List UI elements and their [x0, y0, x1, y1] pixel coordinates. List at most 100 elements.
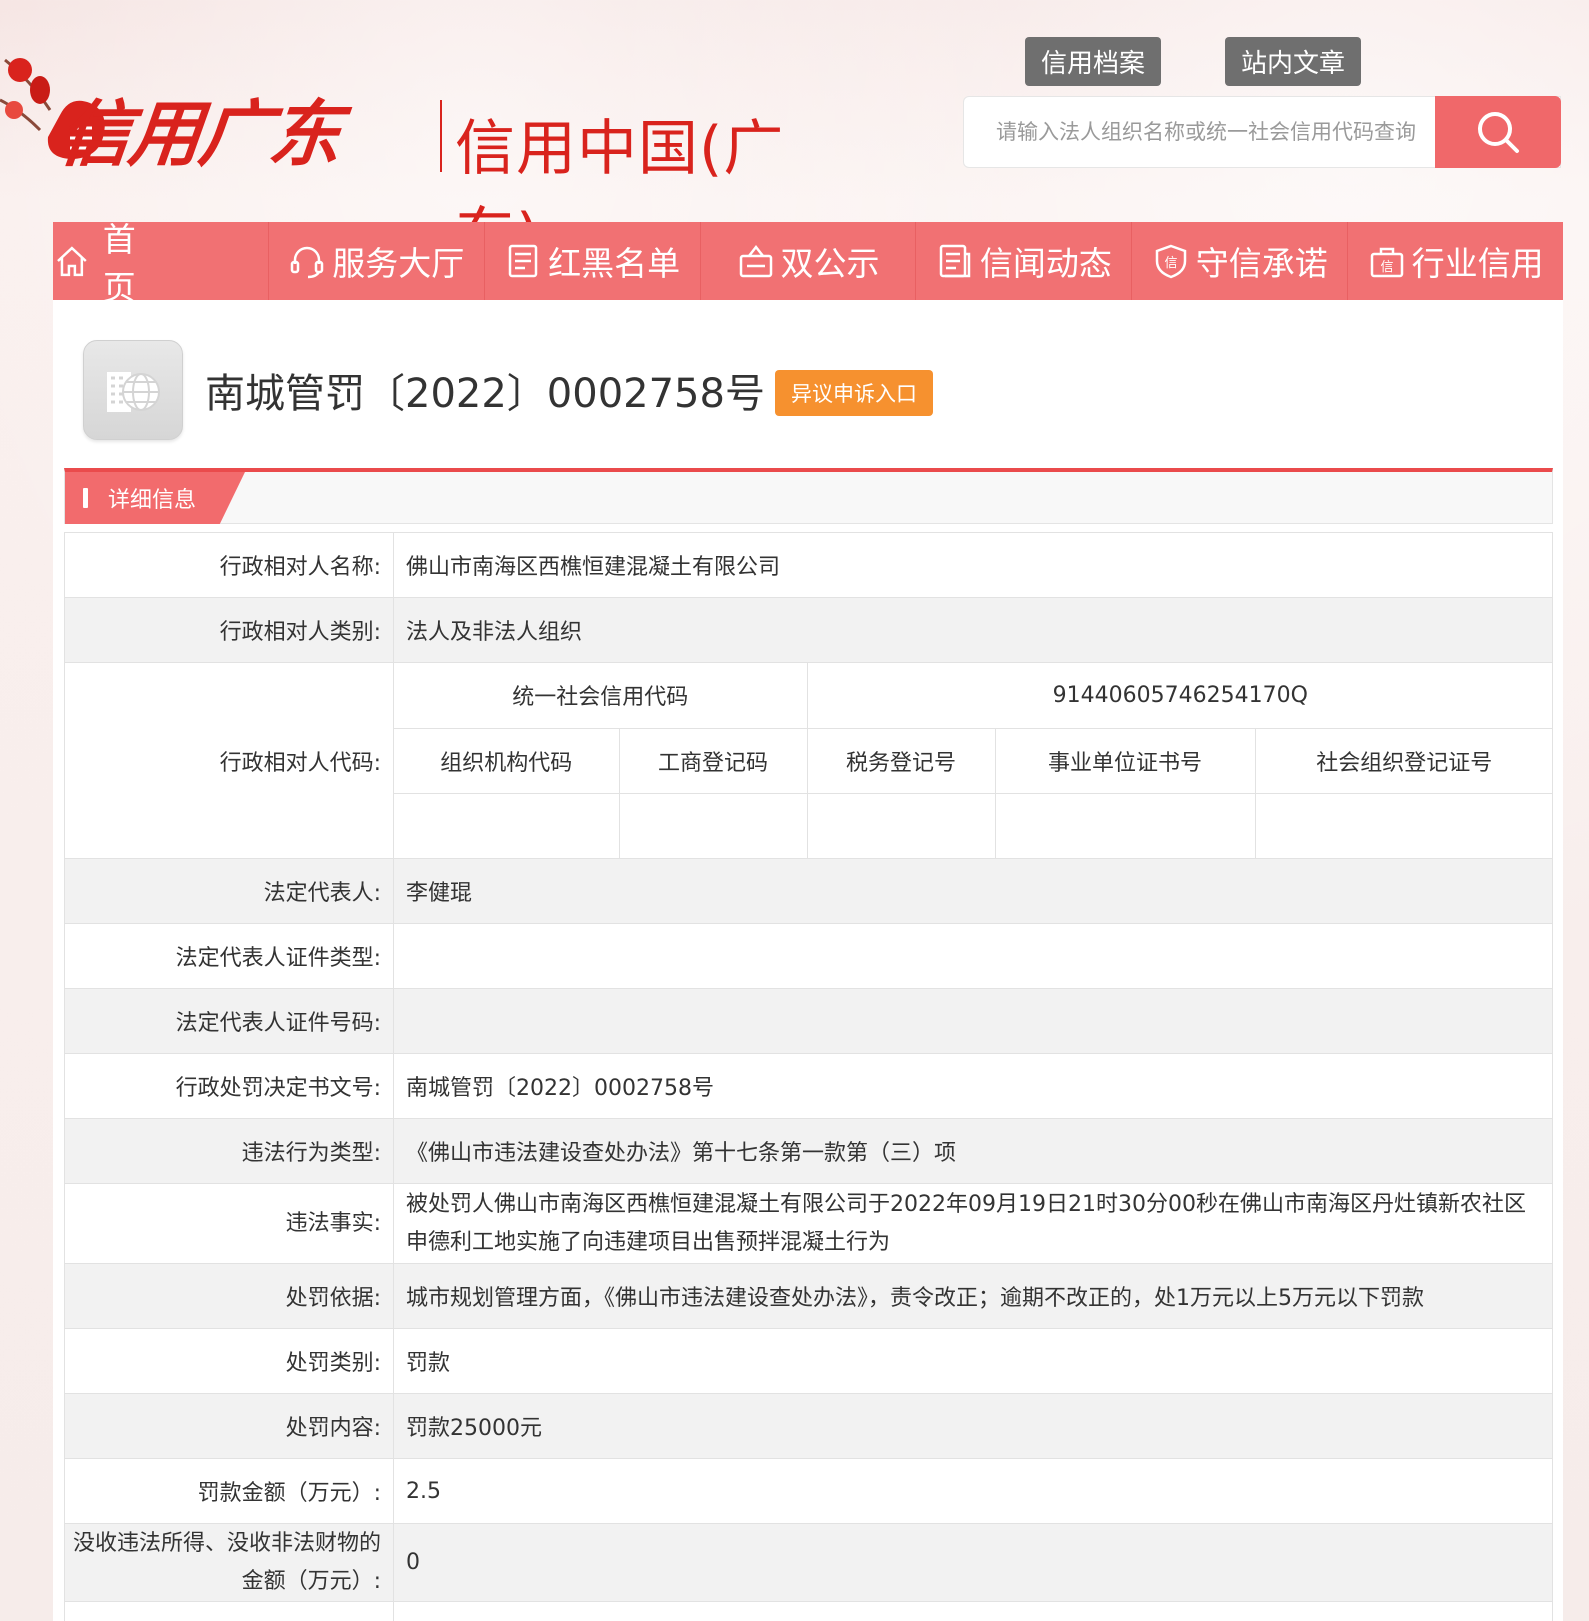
row-label: 法定代表人证件类型: [64, 923, 394, 989]
home-icon [57, 246, 87, 277]
row-value [393, 988, 1553, 1054]
table-row: 法定代表人: 李健琨 [64, 858, 1553, 924]
table-row: 处罚内容: 罚款25000元 [64, 1393, 1553, 1459]
row-label [64, 1601, 394, 1621]
nav-item-double-publicity[interactable]: 双公示 [701, 222, 917, 300]
uscc-value: 91440605746254170Q [806, 663, 1554, 729]
detail-panel: 南城管罚〔2022〕0002758号 异议申诉入口 详细信息 行政相对人名称: … [53, 300, 1563, 1621]
code-value [618, 792, 808, 858]
code-value [1254, 792, 1554, 858]
table-row: 没收违法所得、没收非法财物的金额（万元）: 0 [64, 1523, 1553, 1602]
table-row: 行政相对人类别: 法人及非法人组织 [64, 597, 1553, 663]
code-value [394, 792, 620, 858]
row-label: 处罚依据: [64, 1263, 394, 1329]
nav-item-red-black-list[interactable]: 红黑名单 [485, 222, 701, 300]
table-row: 行政处罚决定书文号: 南城管罚〔2022〕0002758号 [64, 1053, 1553, 1119]
table-row: 处罚类别: 罚款 [64, 1328, 1553, 1394]
table-row [64, 1601, 1553, 1621]
row-value: 罚款 [393, 1328, 1553, 1394]
headset-icon [291, 246, 324, 279]
nav-item-label: 双公示 [780, 244, 880, 283]
row-label: 没收违法所得、没收非法财物的金额（万元）: [64, 1523, 394, 1602]
nav-item-home[interactable]: 首页 [53, 220, 269, 307]
nav-item-label: 服务大厅 [332, 244, 465, 283]
row-value: 0 [393, 1523, 1553, 1602]
nav-item-label: 首页 [102, 220, 186, 307]
shield-icon: 信 [1155, 244, 1186, 279]
nav-item-industry-credit[interactable]: 信 行业信用 [1348, 222, 1563, 300]
table-row: 处罚依据: 城市规划管理方面，《佛山市违法建设查处办法》，责令改正；逾期不改正的… [64, 1263, 1553, 1329]
nav-item-label: 守信承诺 [1195, 244, 1328, 283]
detail-table: 行政相对人名称: 佛山市南海区西樵恒建混凝土有限公司 行政相对人类别: 法人及非… [64, 532, 1554, 1621]
logo-script-text: 信用广东 [54, 91, 344, 176]
row-label: 行政相对人类别: [64, 597, 394, 663]
site-header: 信用广东 信用中国(广东) 信用档案 站内文章 [0, 0, 1589, 271]
row-label: 行政相对人名称: [64, 532, 394, 598]
row-label: 法定代表人证件号码: [64, 988, 394, 1054]
tab-site-articles[interactable]: 站内文章 [1225, 37, 1362, 86]
site-logo[interactable]: 信用广东 信用中国(广东) [0, 20, 860, 271]
news-icon [939, 244, 971, 278]
nav-item-service-hall[interactable]: 服务大厅 [269, 222, 485, 300]
code-value [806, 792, 996, 858]
announcement-icon [739, 244, 772, 278]
row-value: 《佛山市违法建设查处办法》第十七条第一款第（三）项 [393, 1118, 1553, 1184]
section-title: 详细信息 [108, 488, 197, 513]
row-value [393, 1601, 1553, 1621]
record-title-row: 南城管罚〔2022〕0002758号 异议申诉入口 [83, 340, 933, 440]
search-button[interactable] [1435, 96, 1561, 168]
appeal-button[interactable]: 异议申诉入口 [774, 370, 933, 416]
table-row: 法定代表人证件类型: [64, 923, 1553, 989]
row-value: 罚款25000元 [393, 1393, 1553, 1459]
code-header: 组织机构代码 [394, 727, 620, 794]
industry-icon: 信 [1370, 247, 1403, 278]
svg-text:信: 信 [1164, 256, 1177, 271]
top-tabs: 信用档案 站内文章 [1025, 37, 1362, 86]
tab-credit-archive[interactable]: 信用档案 [1025, 37, 1162, 86]
table-row: 行政相对人代码: 统一社会信用代码 91440605746254170Q 组织机… [64, 662, 1554, 859]
row-label: 法定代表人: [64, 858, 394, 924]
code-header: 社会组织登记证号 [1254, 727, 1554, 794]
table-row: 违法事实: 被处罚人佛山市南海区西樵恒建混凝土有限公司于2022年09月19日2… [64, 1183, 1553, 1264]
row-label: 违法行为类型: [64, 1118, 394, 1184]
row-value: 被处罚人佛山市南海区西樵恒建混凝土有限公司于2022年09月19日21时30分0… [393, 1183, 1553, 1264]
row-value: 佛山市南海区西樵恒建混凝土有限公司 [393, 532, 1553, 598]
record-title: 南城管罚〔2022〕0002758号 [205, 371, 765, 417]
row-value: 南城管罚〔2022〕0002758号 [393, 1053, 1553, 1119]
nav-item-label: 红黑名单 [548, 244, 681, 283]
row-label: 处罚类别: [64, 1328, 394, 1394]
row-label: 处罚内容: [64, 1393, 394, 1459]
code-header: 事业单位证书号 [994, 727, 1256, 794]
code-subtable-cell: 统一社会信用代码 91440605746254170Q 组织机构代码 工商登记码… [393, 662, 1554, 859]
row-value: 2.5 [393, 1458, 1553, 1524]
code-value [994, 792, 1256, 858]
row-label: 罚款金额（万元）: [64, 1458, 394, 1524]
table-row: 罚款金额（万元）: 2.5 [64, 1458, 1553, 1524]
nav-item-credit-news[interactable]: 信闻动态 [916, 222, 1133, 300]
svg-text:信: 信 [1380, 260, 1393, 275]
table-row: 违法行为类型: 《佛山市违法建设查处办法》第十七条第一款第（三）项 [64, 1118, 1553, 1184]
list-icon [508, 244, 538, 278]
table-row: 法定代表人证件号码: [64, 988, 1553, 1054]
code-subtable: 统一社会信用代码 91440605746254170Q 组织机构代码 工商登记码… [394, 663, 1554, 858]
nav-item-trust-commitment[interactable]: 信 守信承诺 [1132, 222, 1349, 300]
uscc-label: 统一社会信用代码 [394, 663, 808, 729]
nav-item-label: 行业信用 [1411, 244, 1544, 283]
section-header: 详细信息 [64, 468, 1553, 524]
nav-item-label: 信闻动态 [979, 244, 1112, 283]
main-nav: 首页 服务大厅 红黑名单 双公示 信闻动态 信 守信承诺 信 行业信用 [53, 220, 1563, 307]
code-header: 工商登记码 [618, 727, 808, 794]
row-label: 行政相对人代码: [64, 662, 394, 859]
row-value: 法人及非法人组织 [393, 597, 1553, 663]
row-value [393, 923, 1553, 989]
row-label: 行政处罚决定书文号: [64, 1053, 394, 1119]
code-header: 税务登记号 [806, 727, 996, 794]
section-marker [83, 488, 88, 508]
building-globe-icon [83, 340, 183, 440]
row-label: 违法事实: [64, 1183, 394, 1264]
row-value: 李健琨 [393, 858, 1553, 924]
section-tab-details: 详细信息 [65, 472, 245, 524]
logo-divider [440, 100, 442, 172]
search-icon [1478, 112, 1519, 153]
table-row: 行政相对人名称: 佛山市南海区西樵恒建混凝土有限公司 [64, 532, 1553, 598]
